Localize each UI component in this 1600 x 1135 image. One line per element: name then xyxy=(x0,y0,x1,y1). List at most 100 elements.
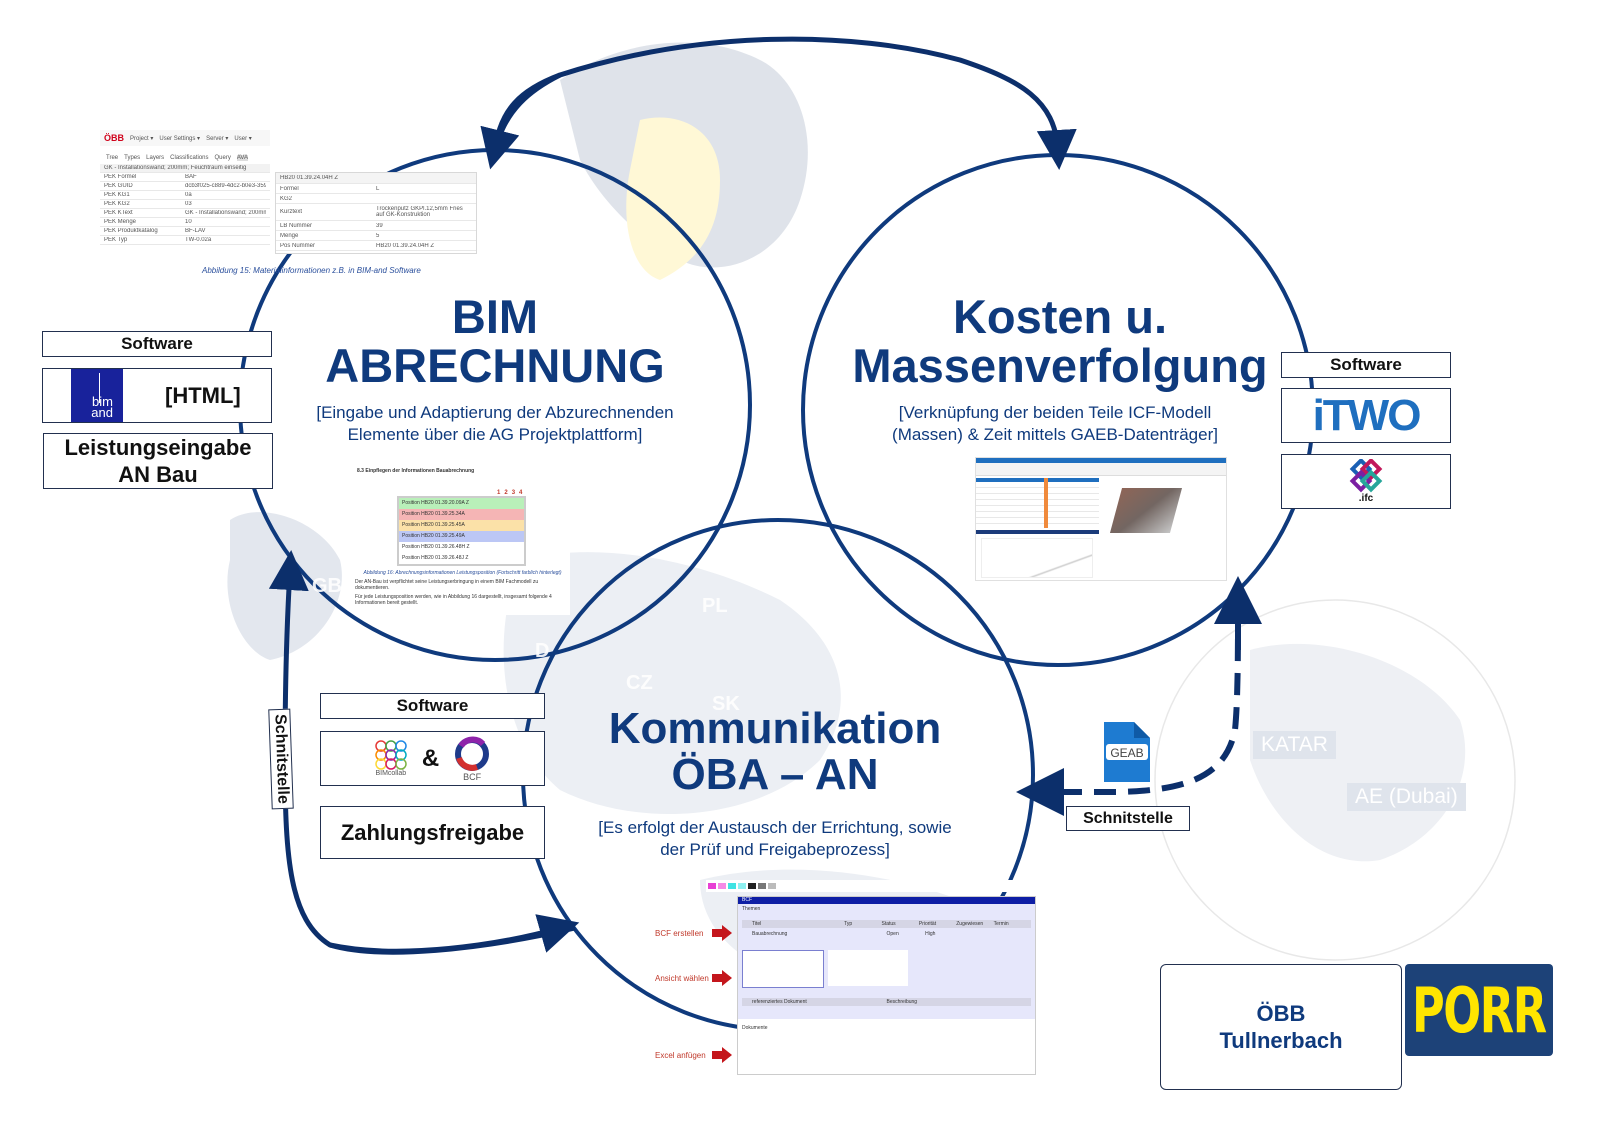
bottom-software-label: Software xyxy=(320,693,545,719)
col-4: 4 xyxy=(519,490,523,496)
bcf-section-dokumente: Dokumente xyxy=(742,1025,768,1031)
prop-value: TW-0.02a xyxy=(185,237,212,243)
bcf-logo: BCF xyxy=(453,736,491,782)
prop-value: 10 xyxy=(185,219,192,225)
bcf-col: Typ xyxy=(844,921,853,927)
client-location: Tullnerbach xyxy=(1219,1028,1343,1053)
map-label-d: D xyxy=(535,640,550,662)
bimcollab-bcf-logo-box: BIMcollab & BCF xyxy=(320,731,545,786)
detail-key: KG2 xyxy=(280,195,293,202)
menu-server[interactable]: Server ▾ xyxy=(206,135,228,142)
position-row: Position HB20 01.39.25.45A xyxy=(399,520,524,531)
menu-user-settings[interactable]: User Settings ▾ xyxy=(159,135,200,142)
bcf-issue-priority: High xyxy=(925,931,936,937)
menu-project[interactable]: Project ▾ xyxy=(130,135,153,142)
figure-15-caption: Abbildung 15: Materialinformationen z.B.… xyxy=(202,266,421,275)
ifc-logo-box: .ifc xyxy=(1281,454,1451,509)
bcf-doc-col: Beschreibung xyxy=(886,999,918,1005)
bim-title-line2: ABRECHNUNG xyxy=(325,339,665,393)
prop-key: PEK Formel xyxy=(104,174,137,180)
kommunikation-subtitle-line1: [Es erfolgt der Austausch der Errichtung… xyxy=(598,818,952,837)
prop-key: PEK KG1 xyxy=(104,192,130,198)
tab-layers[interactable]: Layers xyxy=(146,155,164,161)
porr-logo: PORR xyxy=(1405,964,1553,1056)
bcf-issue-title[interactable]: Bauabrechnung xyxy=(752,931,838,937)
prop-key: PEK GUID xyxy=(104,183,133,189)
kommunikation-subtitle: [Es erfolgt der Austausch der Errichtung… xyxy=(550,817,1000,861)
3d-model-preview xyxy=(1109,488,1183,533)
prop-key: PEK KText xyxy=(104,210,133,216)
col-1: 1 xyxy=(497,490,501,496)
bcf-col: Titel xyxy=(752,921,762,927)
billing-doc-screenshot: 8.3 Einpflegen der Informationen Bauabre… xyxy=(355,465,570,615)
ifc-logo-icon xyxy=(1349,459,1383,493)
position-row: Position HB20 01.39.20.09A Z xyxy=(399,498,524,509)
map-label-gb: GB xyxy=(312,575,342,597)
bcf-viewpoint-2[interactable] xyxy=(828,950,908,986)
tab-classifications[interactable]: Classifications xyxy=(170,155,208,161)
prop-key: PEK Produktkatalog xyxy=(104,228,158,234)
position-row: Position HB20 01.39.25.34A xyxy=(399,509,524,520)
map-label-pl: PL xyxy=(702,595,728,617)
annotation-bcf-erstellen: BCF erstellen xyxy=(655,929,704,938)
tab-tree[interactable]: Tree xyxy=(106,155,118,161)
zahlungsfreigabe-box: Zahlungsfreigabe xyxy=(320,806,545,859)
detail-value: HB20 01.39.24.04H Z xyxy=(376,242,435,249)
bim-subtitle: [Eingabe und Adaptierung der Abzurechnen… xyxy=(270,402,720,446)
itwo-screenshot xyxy=(975,457,1227,581)
tab-query[interactable]: Query xyxy=(215,155,231,161)
bcf-viewpoint-1[interactable] xyxy=(742,950,824,988)
bim-and-logo-icon: bim and xyxy=(71,369,123,422)
kosten-title: Kosten u. Massenverfolgung xyxy=(840,292,1280,391)
annotation-ansicht-waehlen: Ansicht wählen xyxy=(655,974,709,983)
kosten-title-line2: Massenverfolgung xyxy=(852,339,1268,393)
right-interface-label: Schnitstelle xyxy=(1066,806,1190,831)
tab-ava[interactable]: AVA xyxy=(236,155,248,161)
detail-key: LB Nummer xyxy=(280,222,313,229)
bcf-col: Termin xyxy=(993,921,1009,927)
kommunikation-title-line2: ÖBA – AN xyxy=(671,750,879,800)
element-header: GK - Installationswand; 200mm; Feuchtrau… xyxy=(104,165,247,171)
detail-key: Menge xyxy=(280,232,299,239)
bim-subtitle-line1: [Eingabe und Adaptierung der Abzurechnen… xyxy=(316,403,674,422)
client-box: ÖBB Tullnerbach xyxy=(1160,964,1402,1090)
bim-platform-screenshot: ÖBB Project ▾ User Settings ▾ Server ▾ U… xyxy=(100,130,270,255)
map-label-katar: KATAR xyxy=(1253,731,1336,759)
bim-and-logo-box: bim and [HTML] xyxy=(42,368,272,423)
prop-value: 0a xyxy=(185,192,192,198)
bcf-icon xyxy=(455,736,490,771)
gaeb-file-label: GEAB xyxy=(1110,746,1144,760)
prop-key: PEK Menge xyxy=(104,219,137,225)
position-row: Position HB20 01.39.26.48J Z xyxy=(399,553,524,564)
position-row: Position HB20 01.39.26.48H Z xyxy=(399,542,524,553)
obb-brand: ÖBB xyxy=(104,133,124,143)
prop-key: PEK Typ xyxy=(104,237,128,243)
detail-key: Pos Nummer xyxy=(280,242,316,249)
leistungseingabe-line1: Leistungseingabe xyxy=(64,434,252,460)
prop-value: dcb3f025-c889-4dc2-b0e3-359d60320ad7-000… xyxy=(185,183,266,189)
prop-value: BF-LAV xyxy=(185,228,206,234)
menu-user[interactable]: User ▾ xyxy=(234,135,251,142)
bcf-header: BCF xyxy=(738,897,1035,904)
red-arrow-icon xyxy=(712,925,732,941)
bcf-toolbar xyxy=(706,880,1048,892)
kommunikation-title-line1: Kommunikation xyxy=(608,704,942,753)
left-software-label: Software xyxy=(42,331,272,357)
itwo-logo-box: iTWO xyxy=(1281,388,1451,443)
tab-types[interactable]: Types xyxy=(124,155,140,161)
kosten-subtitle-line1: [Verknüpfung der beiden Teile ICF-Modell xyxy=(898,403,1212,422)
map-label-cz: CZ xyxy=(626,672,653,694)
kosten-subtitle: [Verknüpfung der beiden Teile ICF-Modell… xyxy=(830,402,1280,446)
porr-logo-text: PORR xyxy=(1412,973,1547,1047)
bcf-col: Zugewiesen xyxy=(956,921,984,927)
left-interface-label: Schnitstelle xyxy=(268,708,294,810)
ampersand: & xyxy=(421,744,440,772)
middle-east-map-background xyxy=(1154,599,1516,961)
prop-value: 03 xyxy=(185,201,192,207)
bcf-section-themen: Themen xyxy=(742,906,761,912)
col-2: 2 xyxy=(504,490,508,496)
bim-and-logo-text: bim and xyxy=(91,393,113,420)
bimcollab-logo: BIMcollab xyxy=(374,740,408,777)
prop-key: PEK KG2 xyxy=(104,201,130,207)
doc-paragraph-2: Für jede Leistungsposition werden, wie i… xyxy=(355,594,552,606)
